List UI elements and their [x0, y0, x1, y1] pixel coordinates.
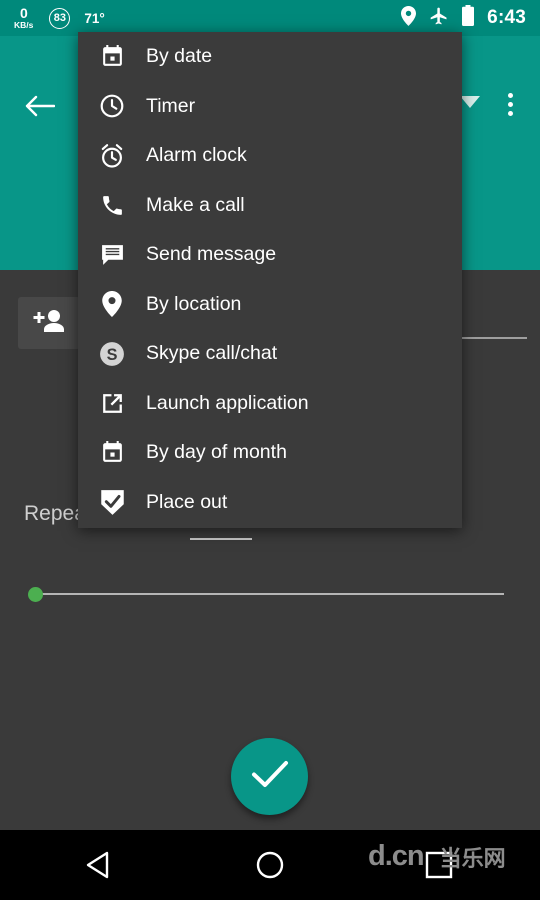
airplane-mode-icon	[429, 6, 449, 31]
status-bar-right: 6:43	[401, 5, 526, 31]
menu-item-send-message[interactable]: Send message	[78, 230, 462, 280]
alarm-clock-icon	[94, 140, 130, 172]
add-person-icon	[33, 308, 65, 339]
launch-external-icon	[94, 387, 130, 419]
calendar-icon	[94, 41, 130, 73]
overflow-menu-icon	[507, 110, 513, 116]
network-speed-indicator: 0 KB/s	[14, 6, 33, 30]
clock-icon	[94, 90, 130, 122]
menu-item-launch-application[interactable]: Launch application	[78, 379, 462, 429]
back-arrow-icon	[25, 94, 56, 123]
menu-item-place-out[interactable]: Place out	[78, 478, 462, 528]
notification-count-badge: 83	[49, 7, 71, 29]
add-person-button[interactable]	[18, 297, 80, 349]
network-speed-value: 0	[19, 5, 28, 22]
status-bar-left: 0 KB/s 83 71°	[14, 6, 105, 30]
phone-icon	[94, 189, 130, 221]
menu-item-label: Skype call/chat	[146, 342, 278, 365]
menu-item-label: Make a call	[146, 193, 245, 216]
nav-back-button[interactable]	[82, 848, 116, 882]
menu-item-label: Send message	[146, 243, 277, 266]
nav-home-circle-icon	[253, 851, 287, 886]
menu-item-label: Place out	[146, 490, 228, 513]
message-icon	[94, 239, 130, 271]
svg-text:S: S	[107, 346, 118, 364]
menu-item-skype-call-chat[interactable]: S Skype call/chat	[78, 329, 462, 379]
menu-item-timer[interactable]: Timer	[78, 82, 462, 132]
menu-item-label: By date	[146, 45, 213, 68]
menu-item-label: By location	[146, 292, 242, 315]
menu-item-by-day-of-month[interactable]: By day of month	[78, 428, 462, 478]
menu-item-make-a-call[interactable]: Make a call	[78, 181, 462, 231]
menu-item-alarm-clock[interactable]: Alarm clock	[78, 131, 462, 181]
nav-back-triangle-icon	[82, 851, 116, 886]
back-button[interactable]	[14, 82, 66, 134]
repeat-slider[interactable]	[28, 582, 504, 606]
menu-item-by-location[interactable]: By location	[78, 280, 462, 330]
check-shield-icon	[94, 486, 130, 518]
nav-recents-button[interactable]	[424, 850, 454, 880]
skype-icon: S	[94, 338, 130, 370]
overflow-menu-icon	[507, 92, 513, 98]
menu-item-label: Timer	[146, 94, 196, 117]
status-bar-clock: 6:43	[487, 7, 526, 28]
phone-screen: 0 KB/s 83 71° 6:43 Repeat By date Timer …	[0, 0, 540, 900]
overflow-menu-icon	[507, 101, 513, 107]
repeat-value-underline	[190, 538, 252, 540]
battery-icon	[462, 5, 475, 31]
slider-track	[34, 593, 504, 595]
network-speed-unit: KB/s	[14, 20, 34, 31]
confirm-fab-button[interactable]	[231, 738, 308, 815]
slider-thumb[interactable]	[28, 587, 43, 602]
location-pin-icon	[94, 288, 130, 320]
nav-home-button[interactable]	[253, 848, 287, 882]
check-icon	[250, 758, 290, 795]
menu-item-label: By day of month	[146, 441, 287, 464]
menu-item-label: Alarm clock	[146, 144, 247, 167]
popup-menu[interactable]: By date Timer Alarm clock Make a call Se…	[78, 32, 462, 528]
calendar-icon	[94, 437, 130, 469]
navigation-bar	[0, 830, 540, 900]
temperature-indicator: 71°	[84, 10, 105, 26]
location-pin-icon	[401, 5, 417, 31]
status-bar: 0 KB/s 83 71° 6:43	[0, 0, 540, 36]
nav-recents-square-icon	[424, 851, 454, 884]
chevron-down-icon	[460, 95, 480, 113]
menu-item-by-date[interactable]: By date	[78, 32, 462, 82]
menu-item-label: Launch application	[146, 391, 309, 414]
overflow-menu-button[interactable]	[492, 78, 528, 130]
